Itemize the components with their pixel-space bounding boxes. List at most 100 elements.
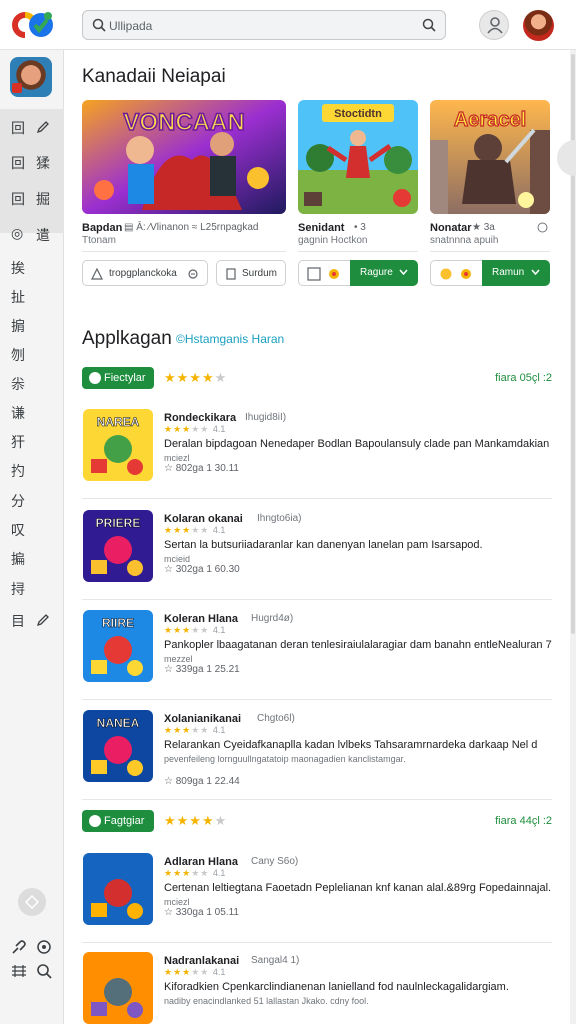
card-title: Nonatar bbox=[430, 222, 472, 234]
app-description: Kiforadkien Cpenkarclindianenan laniella… bbox=[164, 980, 552, 1008]
app-meta: ☆ 330ga 1 05.11 bbox=[164, 907, 239, 918]
app-name[interactable]: Adlaran Hlana bbox=[164, 856, 238, 868]
group-header: Fagtgiar ★★★★★ fiara 44çl :2 bbox=[82, 810, 552, 834]
app-name[interactable]: Rondeckikara bbox=[164, 412, 236, 424]
app-list-item[interactable]: RIIRE Koleran Hlana Hugrd4ø) ★★★★★ 4.1 Panko… bbox=[82, 600, 552, 700]
sidebar-item-label: 猱 bbox=[36, 155, 50, 171]
app-icon[interactable]: NANEA bbox=[83, 710, 153, 782]
sidebar-item[interactable]: 扚 bbox=[0, 456, 64, 484]
sidebar-item[interactable]: 分 bbox=[0, 486, 64, 514]
group-rating-stars: ★★★★★ bbox=[164, 813, 228, 828]
account-button[interactable] bbox=[479, 10, 509, 40]
app-meta: ☆ 302ga 1 60.30 bbox=[164, 564, 240, 575]
search-box[interactable]: Ullipada bbox=[82, 10, 446, 40]
sidebar-item[interactable]: 回掘 bbox=[0, 184, 64, 212]
app-tag: Hugrd4ø) bbox=[251, 613, 294, 624]
pencil-icon bbox=[36, 614, 49, 627]
app-icon[interactable] bbox=[83, 952, 153, 1024]
sidebar-item[interactable]: 犴 bbox=[0, 427, 64, 455]
app-list-item[interactable]: Nadranlakanai Sangal4 1) ★★★★★ 4.1 Kiforadk… bbox=[82, 942, 552, 1024]
sidebar-item-glyph: 尜 bbox=[11, 376, 25, 392]
card-subtitle: Ttonam bbox=[82, 235, 116, 246]
app-rating-stars: ★★★★★ 4.1 bbox=[164, 424, 226, 434]
app-description: Certenan leltiegtana Faoetadn Pepleliana… bbox=[164, 881, 552, 909]
link-icon[interactable] bbox=[10, 938, 28, 956]
featured-card-1-image[interactable]: VONCAAN bbox=[82, 100, 286, 214]
info-icon[interactable] bbox=[537, 222, 548, 233]
card-divider bbox=[82, 251, 286, 252]
card-1-action-label: tropgplanckoka bbox=[109, 268, 177, 279]
app-list-item[interactable]: Adlaran Hlana Cany S6o) ★★★★★ 4.1 Certenan … bbox=[82, 843, 552, 943]
edit-icon bbox=[307, 267, 321, 281]
group-badge[interactable]: Fagtgiar bbox=[82, 810, 154, 832]
app-list-item[interactable]: NANEA Xolanianikanai Chgto6l) ★★★★★ 4.1 Rela… bbox=[82, 700, 552, 800]
group-badge[interactable]: Fiectylar bbox=[82, 367, 154, 389]
sidebar-item[interactable]: 尜 bbox=[0, 369, 64, 397]
sidebar-item[interactable]: 回 bbox=[0, 113, 64, 141]
app-list-item[interactable]: PRIERE Kolaran okanai Ihngto6ia) ★★★★★ 4.1 S… bbox=[82, 500, 552, 600]
app-icon[interactable]: PRIERE bbox=[83, 510, 153, 582]
sidebar-item-glyph: 犴 bbox=[11, 434, 25, 450]
group-badge-label: Fagtgiar bbox=[104, 815, 145, 827]
card-meta: ▤ Ā: ⁄Vlinanon ≈ L25rnpagkad bbox=[124, 222, 259, 233]
target-icon[interactable] bbox=[35, 938, 53, 956]
card-divider bbox=[430, 251, 550, 252]
sidebar-item[interactable]: 挦 bbox=[0, 574, 64, 602]
sidebar-item[interactable]: 目 bbox=[0, 606, 64, 634]
app-description-line: Sertan la butsuriiadaranlar kan danenyan… bbox=[164, 539, 483, 551]
share-icon bbox=[188, 269, 198, 279]
app-rating-stars: ★★★★★ 4.1 bbox=[164, 967, 226, 977]
app-list-item[interactable]: NAREA Rondeckikara Ihugid8iI) ★★★★★ 4.1 Dera… bbox=[82, 399, 552, 499]
card-1-primary-action[interactable]: tropgplanckoka bbox=[82, 260, 208, 286]
app-rating-stars: ★★★★★ 4.1 bbox=[164, 525, 226, 535]
card-2-action-label: Ragure bbox=[360, 267, 393, 278]
app-description: Relarankan Cyeidafkanaplla kadan lvlbeks… bbox=[164, 738, 552, 766]
app-tag: Sangal4 1) bbox=[251, 955, 300, 966]
app-icon[interactable] bbox=[83, 853, 153, 925]
sidebar-item[interactable]: 回猱 bbox=[0, 148, 64, 176]
group-right-text[interactable]: fiara 05çl :2 bbox=[495, 372, 552, 384]
grid-icon[interactable] bbox=[10, 962, 28, 980]
sidebar-item[interactable]: 扯 bbox=[0, 282, 64, 310]
card-1-secondary-action[interactable]: Surdum bbox=[216, 260, 286, 286]
apps-section-subtitle[interactable]: ©Hstamganis Haran bbox=[176, 332, 284, 346]
sidebar-item[interactable]: 刎 bbox=[0, 340, 64, 368]
featured-card-2-image[interactable]: Stoctidtn bbox=[298, 100, 418, 214]
app-logo[interactable] bbox=[8, 10, 56, 40]
chevron-down-icon bbox=[399, 269, 408, 275]
search-icon bbox=[92, 18, 106, 32]
sidebar-item[interactable]: 揙 bbox=[0, 544, 64, 572]
sidebar-item-glyph: 谦 bbox=[11, 405, 25, 421]
emoji-icon bbox=[440, 268, 452, 280]
group-right-text[interactable]: fiara 44çl :2 bbox=[495, 815, 552, 827]
app-icon[interactable]: RIIRE bbox=[83, 610, 153, 682]
sidebar: 回回猱回掘 ◎ 遣挨扯掮刎尜谦犴扚分叹揙挦目 bbox=[0, 50, 64, 1024]
zoom-icon[interactable] bbox=[35, 962, 53, 980]
card-3-icon-button[interactable] bbox=[430, 260, 484, 286]
sidebar-item[interactable]: ◎ 遣 bbox=[0, 220, 64, 248]
card-2-art-text: Stoctidtn bbox=[334, 108, 382, 120]
sidebar-item[interactable]: 谦 bbox=[0, 398, 64, 426]
card-3-action-button[interactable]: Ramun bbox=[482, 260, 550, 286]
featured-card-3-image[interactable]: Aeracel bbox=[430, 100, 550, 214]
sidebar-item[interactable]: 叹 bbox=[0, 515, 64, 543]
app-name[interactable]: Xolanianikanai bbox=[164, 713, 241, 725]
sidebar-item[interactable]: 掮 bbox=[0, 311, 64, 339]
card-meta: ★ 3a bbox=[472, 222, 495, 233]
card-2-icon-button[interactable] bbox=[298, 260, 352, 286]
app-name[interactable]: Nadranlakanai bbox=[164, 955, 239, 967]
search-placeholder: Ullipada bbox=[109, 19, 153, 33]
badge-icon bbox=[89, 372, 101, 384]
profile-avatar[interactable] bbox=[523, 10, 554, 41]
coin-icon bbox=[461, 269, 471, 279]
app-name[interactable]: Koleran Hlana bbox=[164, 613, 238, 625]
sidebar-action-button[interactable] bbox=[18, 888, 46, 916]
search-submit-icon[interactable] bbox=[422, 18, 436, 32]
notification-badge bbox=[12, 83, 22, 93]
sidebar-item-label: 掘 bbox=[36, 191, 50, 207]
app-icon[interactable]: NAREA bbox=[83, 409, 153, 481]
app-name[interactable]: Kolaran okanai bbox=[164, 513, 243, 525]
sidebar-item[interactable]: 挨 bbox=[0, 253, 64, 281]
app-description: Pankopler lbaagatanan deran tenlesiraiul… bbox=[164, 638, 552, 666]
card-2-action-button[interactable]: Ragure bbox=[350, 260, 418, 286]
